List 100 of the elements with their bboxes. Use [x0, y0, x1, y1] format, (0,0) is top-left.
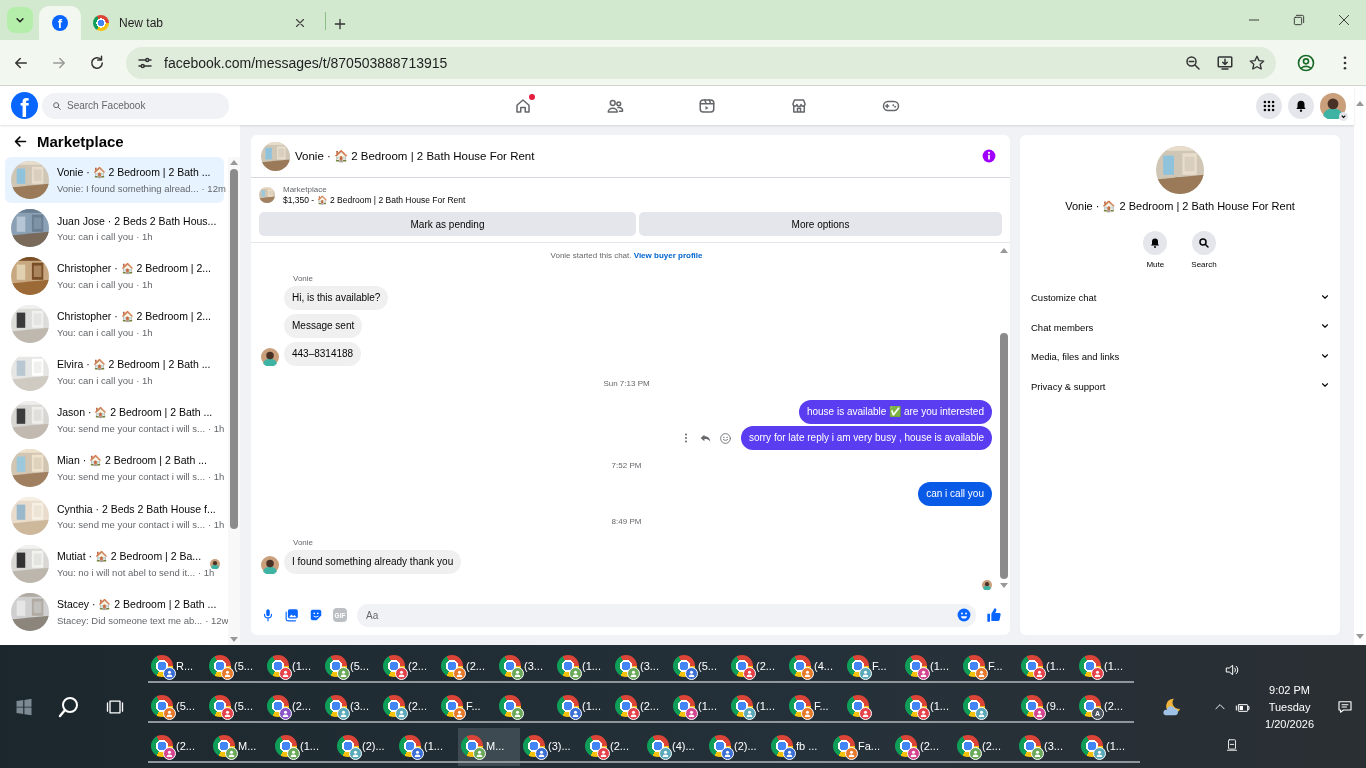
conversation-title: Mian · 🏠 2 Bedroom | 2 Bath ... [57, 454, 208, 467]
taskbar-button[interactable]: (9... [1018, 688, 1076, 726]
conversation-item[interactable]: Christopher · 🏠 2 Bedroom | 2... You: can i call you · 1h [5, 301, 224, 347]
message-time: · 1h [198, 567, 215, 578]
conversation-item[interactable]: Mian · 🏠 2 Bedroom | 2 Bath ... You: send me your contact i will s... · 1h [5, 445, 224, 491]
taskbar-button[interactable]: F... [844, 648, 902, 686]
taskbar-button[interactable]: (2... [380, 648, 438, 686]
taskbar-button[interactable]: (5... [670, 648, 728, 686]
url-text: facebook.com/messages/t/870503888713915 [164, 54, 449, 71]
message-time: · 1h [136, 230, 153, 242]
address-bar[interactable]: facebook.com/messages/t/870503888713915 [126, 46, 1276, 79]
settings-section[interactable]: Privacy & support [1031, 371, 1330, 401]
message-preview: You: send me your contact i will s... [57, 518, 206, 530]
taskbar-button[interactable]: (4)... [644, 728, 706, 766]
settings-section[interactable]: Customize chat [1031, 283, 1330, 313]
chat-title: Vonie · 🏠 2 Bedroom | 2 Bath House For Rent [295, 149, 536, 163]
message-field[interactable]: Aa [357, 603, 976, 627]
taskbar-button[interactable]: (2... [954, 728, 1016, 766]
conversation-item[interactable]: Jason · 🏠 2 Bedroom | 2 Bath ... You: send me your contact i will s... · 1h [5, 397, 224, 443]
conversation-item[interactable]: Christopher · 🏠 2 Bedroom | 2... You: can i call you · 1h [5, 253, 224, 299]
taskbar-button[interactable]: (2)... [706, 728, 768, 766]
conversation-title: Juan Jose · 2 Beds 2 Bath Hous... [57, 214, 218, 227]
taskbar-button[interactable]: (2)... [334, 728, 396, 766]
message-bubble: Hi, is this available? [284, 286, 389, 310]
taskbar-button[interactable]: (1... [1018, 648, 1076, 686]
conversation-title: Elvira · 🏠 2 Bedroom | 2 Bath ... [57, 358, 212, 371]
timestamp: 7:52 PM [611, 461, 642, 470]
taskbar-button[interactable]: (1... [1078, 728, 1140, 766]
taskbar-button[interactable]: (2... [264, 688, 322, 726]
conversation-item[interactable]: Cynthia · 2 Beds 2 Bath House f... You: send me your contact i will s... · 1h [5, 493, 224, 539]
clock[interactable]: 9:02 PM Tuesday 1/20/2026 [1265, 683, 1314, 730]
taskbar-button[interactable]: (1... [902, 648, 960, 686]
taskbar-button[interactable]: fb ... [768, 728, 830, 766]
action-button[interactable]: Mark as pending [259, 212, 636, 236]
taskbar-button[interactable]: (2... [148, 728, 210, 766]
browser-tab[interactable]: New tab [81, 6, 319, 40]
buyer-profile-link[interactable]: View buyer profile [633, 251, 703, 260]
message-preview: Vonie: I found something alread... [57, 183, 199, 194]
taskbar-button[interactable]: (1... [396, 728, 458, 766]
browser-tab[interactable]: f [39, 6, 81, 40]
taskbar-button[interactable]: M... [458, 728, 520, 766]
conversation-item[interactable]: Mutiat · 🏠 2 Bedroom | 2 Ba... You: no i will not abel to send it... · 1h [5, 541, 224, 587]
message-preview: You: no i will not abel to send it... [57, 567, 195, 578]
message-preview: You: can i call you [57, 279, 134, 290]
taskbar-button[interactable]: (1... [670, 688, 728, 726]
sender-name: Vonie [293, 538, 314, 547]
message-bubble: 443–8314188 [284, 342, 362, 366]
message-preview: You: can i call you [57, 230, 134, 242]
conversation-item[interactable]: Elvira · 🏠 2 Bedroom | 2 Bath ... You: can i call you · 1h [5, 349, 224, 395]
message-time: · 1h [208, 518, 225, 530]
settings-section[interactable]: Media, files and links [1031, 342, 1330, 372]
taskbar-button[interactable]: (3... [1016, 728, 1078, 766]
conversation-title: Christopher · 🏠 2 Bedroom | 2... [57, 262, 213, 275]
message-time: · 1h [136, 279, 153, 290]
taskbar-button[interactable]: (5... [322, 648, 380, 686]
taskbar-button[interactable]: (2... [728, 648, 786, 686]
taskbar-button[interactable]: (4... [786, 648, 844, 686]
taskbar-button[interactable]: (1... [554, 688, 612, 726]
conversation-item[interactable]: Juan Jose · 2 Beds 2 Bath Hous... You: can i call you · 1h [5, 205, 224, 251]
taskbar-button[interactable]: (2... [612, 688, 670, 726]
taskbar-button[interactable]: (2... [892, 728, 954, 766]
conversation-item[interactable]: Vonie · 🏠 2 Bedroom | 2 Bath ... Vonie: I found something alread... · 12m [5, 157, 224, 203]
facebook-icon: f [52, 15, 68, 31]
taskbar-button[interactable]: Fa... [830, 728, 892, 766]
action-button[interactable]: More options [639, 212, 1002, 236]
taskbar-button[interactable]: (3)... [520, 728, 582, 766]
conversation-title: Stacey · 🏠 2 Bedroom | 2 Bath ... [57, 598, 218, 611]
settings-section[interactable]: Chat members [1031, 312, 1330, 342]
taskbar-button[interactable]: (5... [206, 648, 264, 686]
facebook-logo[interactable]: f [11, 92, 38, 119]
sender-name: Vonie [293, 274, 314, 283]
taskbar-button[interactable]: (5... [148, 688, 206, 726]
message-preview: You: can i call you [57, 327, 134, 338]
search-field[interactable]: Search Facebook [42, 92, 229, 119]
message-bubble: I found something already thank you [284, 550, 462, 574]
taskbar-button[interactable]: R... [148, 648, 206, 686]
taskbar-button[interactable]: (2... [380, 688, 438, 726]
taskbar-button[interactable]: M... [210, 728, 272, 766]
taskbar-button[interactable]: (2... [582, 728, 644, 766]
taskbar-button[interactable]: (3... [612, 648, 670, 686]
message-preview: You: send me your contact i will s... [57, 423, 206, 434]
taskbar-button[interactable]: (1... [1076, 648, 1134, 686]
taskbar-button[interactable]: (1... [728, 688, 786, 726]
chat-title: Vonie · 🏠 2 Bedroom | 2 Bath House For Rent [1065, 200, 1295, 213]
message-time: · 1h [208, 423, 225, 434]
taskbar-button[interactable]: (2... [438, 648, 496, 686]
message-time: · 12w [205, 615, 228, 626]
taskbar-button[interactable]: F... [438, 688, 496, 726]
listing-title: $1,350 - 🏠 2 Bedroom | 2 Bath House For Rent [283, 195, 466, 205]
taskbar-button[interactable]: (5... [206, 688, 264, 726]
message-time: · 1h [208, 471, 225, 482]
taskbar-button[interactable]: F... [960, 648, 1018, 686]
message-time: · 1h [136, 327, 153, 338]
taskbar-button[interactable]: (3... [496, 648, 554, 686]
taskbar-button[interactable]: (1... [554, 648, 612, 686]
taskbar-button[interactable]: (1... [272, 728, 334, 766]
taskbar-button[interactable]: (1... [902, 688, 960, 726]
taskbar-button[interactable]: (1... [264, 648, 322, 686]
taskbar-button[interactable]: (3... [322, 688, 380, 726]
taskbar-button[interactable]: F... [786, 688, 844, 726]
